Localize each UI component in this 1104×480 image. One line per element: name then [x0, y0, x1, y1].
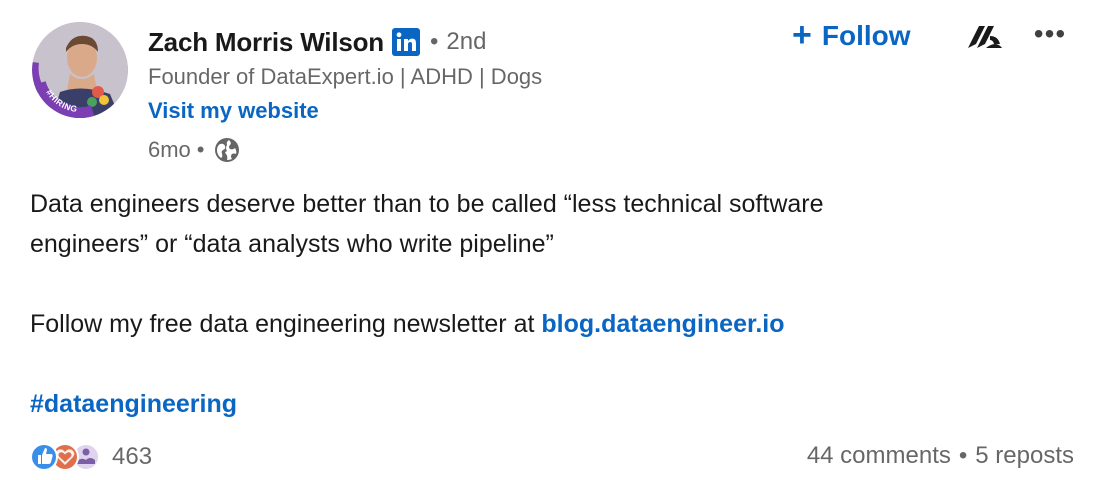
author-headline: Founder of DataExpert.io | ADHD | Dogs	[148, 64, 543, 89]
author-name[interactable]: Zach Morris Wilson	[148, 27, 384, 58]
newsletter-line: Follow my free data engineering newslett…	[30, 310, 1080, 339]
reactions-summary[interactable]: 463	[30, 440, 152, 474]
linkedin-in-icon	[391, 28, 420, 56]
stacked-a-logo-icon[interactable]	[966, 22, 1006, 52]
separator-dot: •	[958, 442, 968, 469]
author-avatar[interactable]: #HIRING	[32, 22, 128, 118]
like-icon	[30, 443, 58, 471]
post-age: 6mo	[148, 137, 191, 162]
globe-icon	[213, 136, 241, 164]
follow-label: Follow	[821, 20, 911, 51]
reaction-count: 463	[112, 443, 153, 470]
follow-button[interactable]: + Follow	[792, 16, 911, 56]
more-options-button[interactable]: •••	[1028, 14, 1072, 54]
avatar-image: #HIRING	[32, 22, 128, 118]
hashtag-link[interactable]: #dataengineering	[30, 390, 237, 419]
plus-icon: +	[792, 15, 812, 54]
post-meta: 6mo •	[148, 136, 241, 164]
post-text-line: engineers” or “data analysts who write p…	[30, 230, 554, 258]
comments-count-link[interactable]: 44 comments	[807, 442, 951, 470]
reaction-icons-group	[30, 440, 108, 474]
post-text-line: Data engineers deserve better than to be…	[30, 190, 824, 218]
social-counts-bar: 463 44 comments • 5 reposts	[30, 440, 1074, 476]
connection-degree: • 2nd	[429, 28, 487, 55]
reposts-count-link[interactable]: 5 reposts	[975, 442, 1074, 470]
ellipsis-icon: •••	[1033, 18, 1067, 49]
separator-dot: •	[196, 137, 205, 162]
visit-website-link[interactable]: Visit my website	[148, 98, 319, 124]
newsletter-link[interactable]: blog.dataengineer.io	[541, 310, 784, 338]
engagement-counts: 44 comments • 5 reposts	[807, 442, 1074, 470]
author-name-row: Zach Morris Wilson • 2nd	[148, 24, 486, 60]
newsletter-prefix: Follow my free data engineering newslett…	[30, 310, 542, 338]
